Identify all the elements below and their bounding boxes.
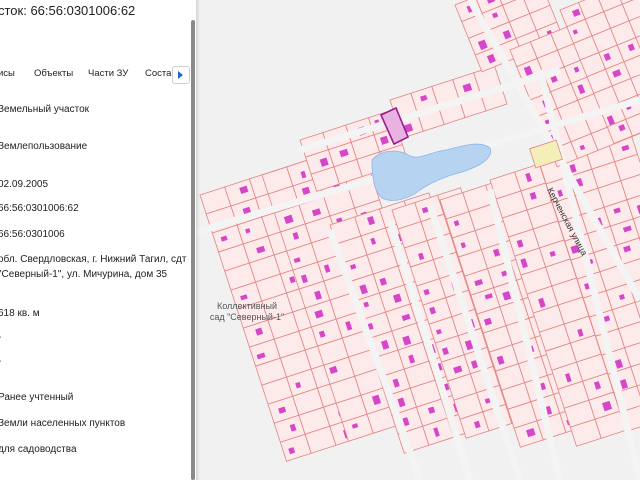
field-status: Ранее учтенный <box>0 392 74 403</box>
panel-title: сток: 66:56:0301006:62 <box>0 3 136 18</box>
field-address: обл. Свердловская, г. Нижний Тагил, сдт … <box>0 254 187 280</box>
tab-history[interactable]: исы <box>0 68 15 79</box>
field-object-type: Земельный участок <box>0 104 90 115</box>
field-cadastral-number: 66:56:0301006:62 <box>0 203 79 214</box>
tab-bar: исы Объекты Части ЗУ Соста <box>0 62 196 86</box>
tab-parts[interactable]: Части ЗУ <box>88 68 128 79</box>
area-label-line1: Коллективный <box>217 301 277 311</box>
field-empty-1: - <box>0 330 190 345</box>
field-area: 618 кв. м <box>0 308 40 319</box>
tabs-scroll-right-button[interactable] <box>172 66 190 84</box>
panel-shadow <box>196 0 200 480</box>
field-land-category: Земли населенных пунктов <box>0 418 126 429</box>
field-empty-2: - <box>0 354 190 369</box>
field-permitted-use: для садоводства <box>0 444 77 455</box>
area-label-line2: сад "Северный-1" <box>209 312 285 322</box>
field-registration-date: 02.09.2005 <box>0 179 49 190</box>
field-subtype: Землепользование <box>0 141 88 152</box>
info-panel: сток: 66:56:0301006:62 исы Объекты Части… <box>0 0 196 480</box>
field-cadastral-quarter: 66:56:0301006 <box>0 229 65 240</box>
tab-composition[interactable]: Соста <box>145 68 171 79</box>
panel-scrollbar-thumb[interactable] <box>191 20 195 480</box>
tab-objects[interactable]: Объекты <box>34 68 73 79</box>
